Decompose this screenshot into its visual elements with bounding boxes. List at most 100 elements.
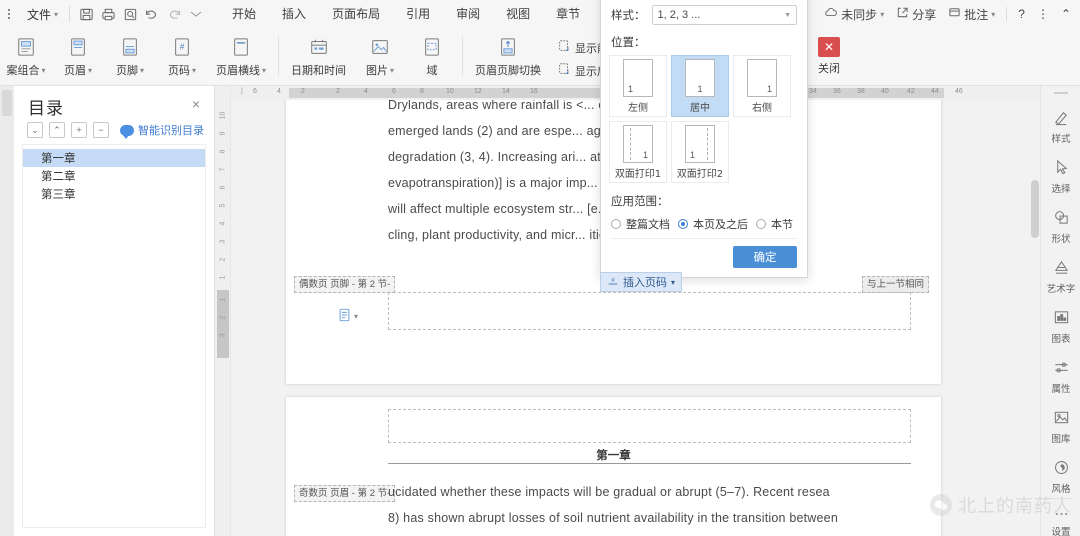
ruler-tick: 38 <box>857 88 865 95</box>
position-option-left[interactable]: 1 左侧 <box>609 55 667 117</box>
chevron-down-icon: ▾ <box>191 65 196 75</box>
expand-down-icon[interactable]: ⌄ <box>27 122 43 138</box>
dialog-scope-label: 应用范围： <box>611 194 669 208</box>
insert-page-number-button[interactable]: # 插入页码 ▾ <box>600 272 683 292</box>
vertical-ruler[interactable]: 10 9 8 7 6 5 4 3 2 1 1 2 3 <box>215 86 231 536</box>
tab-insert[interactable]: 插入 <box>269 0 319 28</box>
position-option-right[interactable]: 1 右侧 <box>733 55 791 117</box>
tab-page-layout[interactable]: 页面布局 <box>319 0 393 28</box>
header-edit-region[interactable] <box>388 409 911 443</box>
same-as-previous-tab[interactable]: 与上一节相同 <box>861 276 929 293</box>
directory-item-chapter-3[interactable]: 第三章 <box>23 185 205 203</box>
svg-text:#: # <box>180 43 185 52</box>
rail-item-wordart[interactable]: 艺术字 <box>1041 254 1080 300</box>
style-select-value: 1, 2, 3 ... <box>657 9 701 21</box>
footer-section-tab[interactable]: 偶数页 页脚 - 第 2 节- <box>294 276 396 293</box>
directory-item-chapter-1[interactable]: 第一章 <box>23 149 205 167</box>
rail-item-chart[interactable]: 图表 <box>1041 304 1080 350</box>
tab-section[interactable]: 章节 <box>543 0 593 28</box>
sync-status-label: 未同步 <box>841 7 878 22</box>
ribbon-button-date-time[interactable]: 日期和时间 <box>283 30 354 84</box>
radio-whole-document[interactable] <box>611 219 621 229</box>
collapse-ribbon-button[interactable]: ⌃ <box>1056 7 1076 21</box>
ok-button[interactable]: 确定 <box>733 246 797 268</box>
header-section-tab[interactable]: 奇数页 页眉 - 第 2 节- <box>294 485 396 502</box>
collapse-up-icon[interactable]: ⌃ <box>49 122 65 138</box>
radio-this-page-onward[interactable] <box>678 219 688 229</box>
position-option-duplex-1[interactable]: 1 双面打印1 <box>609 121 667 183</box>
ribbon-label-date-time: 日期和时间 <box>291 65 347 77</box>
ribbon-button-header-rule[interactable]: 页眉横线 ▾ <box>208 30 274 84</box>
smart-recognize-directory-button[interactable]: 智能识别目录 <box>120 122 204 139</box>
position-cards-row-2: 1 双面打印1 1 双面打印2 <box>601 121 807 183</box>
directory-item-chapter-2[interactable]: 第二章 <box>23 167 205 185</box>
print-icon[interactable] <box>97 3 119 25</box>
watermark-text: 北上的南药人 <box>958 496 1072 517</box>
pen-style-icon <box>1053 109 1070 129</box>
tab-review[interactable]: 审阅 <box>443 0 493 28</box>
panel-toggle-handle[interactable] <box>2 90 12 116</box>
divider <box>278 36 280 76</box>
undo-icon[interactable] <box>141 3 163 25</box>
print-preview-icon[interactable] <box>119 3 141 25</box>
share-button[interactable]: 分享 <box>891 6 941 23</box>
wechat-logo-icon <box>930 494 952 516</box>
position-option-center[interactable]: 1 居中 <box>671 55 729 117</box>
position-option-duplex-2[interactable]: 1 双面打印2 <box>671 121 729 183</box>
plus-icon[interactable]: + <box>71 122 87 138</box>
share-label: 分享 <box>912 7 937 22</box>
tab-view[interactable]: 视图 <box>493 0 543 28</box>
ruler-tick: 4 <box>364 88 368 95</box>
position-label-center: 居中 <box>690 102 710 114</box>
ruler-tick: 2 <box>219 257 227 262</box>
customize-icon[interactable] <box>185 3 207 25</box>
save-icon[interactable] <box>75 3 97 25</box>
footer-edit-region[interactable] <box>388 292 911 330</box>
rail-grip-icon <box>1054 92 1068 94</box>
close-header-footer-button[interactable]: ✕ 关闭 <box>808 30 850 82</box>
tab-start[interactable]: 开始 <box>219 0 269 28</box>
chevron-down-icon: ▾ <box>41 65 46 75</box>
close-icon[interactable]: × <box>188 96 204 112</box>
position-label-right: 右侧 <box>752 102 772 114</box>
ruler-tick: 10 <box>446 88 454 95</box>
position-label-left: 左侧 <box>628 102 648 114</box>
chevron-down-icon: ▾ <box>262 65 267 75</box>
ribbon-button-field[interactable]: 域 <box>406 30 458 84</box>
page-number-dialog[interactable]: 样式： 1, 2, 3 ... ▼ 位置： 1 左侧 1 居中 1 右侧 1 双… <box>600 0 808 278</box>
chevron-down-icon: ▾ <box>390 65 395 75</box>
rail-label-shapes: 形状 <box>1051 234 1071 245</box>
ribbon-button-page-number[interactable]: # 页码 ▾ <box>156 30 208 84</box>
file-menu-button[interactable]: 文件 ▾ <box>0 3 64 25</box>
directory-title: 目录 <box>28 99 64 119</box>
redo-icon[interactable] <box>163 3 185 25</box>
help-button[interactable]: ? <box>1013 7 1030 21</box>
rail-item-properties[interactable]: 属性 <box>1041 354 1080 400</box>
ribbon-button-picture[interactable]: 图片 ▾ <box>354 30 406 84</box>
style-select[interactable]: 1, 2, 3 ... ▼ <box>651 5 797 25</box>
sync-status-button[interactable]: 未同步 ▾ <box>819 6 889 23</box>
rail-item-shapes[interactable]: 形状 <box>1041 204 1080 250</box>
more-options-button[interactable]: ⋮ <box>1032 7 1054 21</box>
document-page-2[interactable]: 第一章 奇数页 页眉 - 第 2 节- ucidated whether the… <box>286 397 941 536</box>
field-icon <box>422 34 442 60</box>
comment-button[interactable]: 批注 ▾ <box>943 6 1000 23</box>
tab-references[interactable]: 引用 <box>393 0 443 28</box>
ruler-tick: 4 <box>277 88 281 95</box>
radio-label-this-section: 本节 <box>771 218 793 231</box>
ruler-tick: 2 <box>301 88 305 95</box>
ribbon-label-header-footer-switch: 页眉页脚切换 <box>475 65 542 77</box>
ribbon-button-header-combo[interactable]: 案组合 ▾ <box>0 30 52 84</box>
ribbon-button-header[interactable]: 页眉 ▾ <box>52 30 104 84</box>
ribbon-button-footer[interactable]: 页脚 ▾ <box>104 30 156 84</box>
footer-field-button[interactable]: ▾ <box>338 308 358 325</box>
radio-this-section[interactable] <box>756 219 766 229</box>
vertical-scrollbar[interactable] <box>1030 100 1040 536</box>
rail-item-select[interactable]: 选择 <box>1041 154 1080 200</box>
rail-item-style[interactable]: 样式 <box>1041 104 1080 150</box>
minus-icon[interactable]: − <box>93 122 109 138</box>
scrollbar-thumb[interactable] <box>1031 180 1039 238</box>
right-tool-rail: 样式 选择 形状 艺术字 图表 属性 图库 风格 设置 <box>1040 86 1080 536</box>
rail-item-gallery[interactable]: 图库 <box>1041 404 1080 450</box>
ribbon-button-header-footer-switch[interactable]: 页眉页脚切换 <box>467 30 549 84</box>
